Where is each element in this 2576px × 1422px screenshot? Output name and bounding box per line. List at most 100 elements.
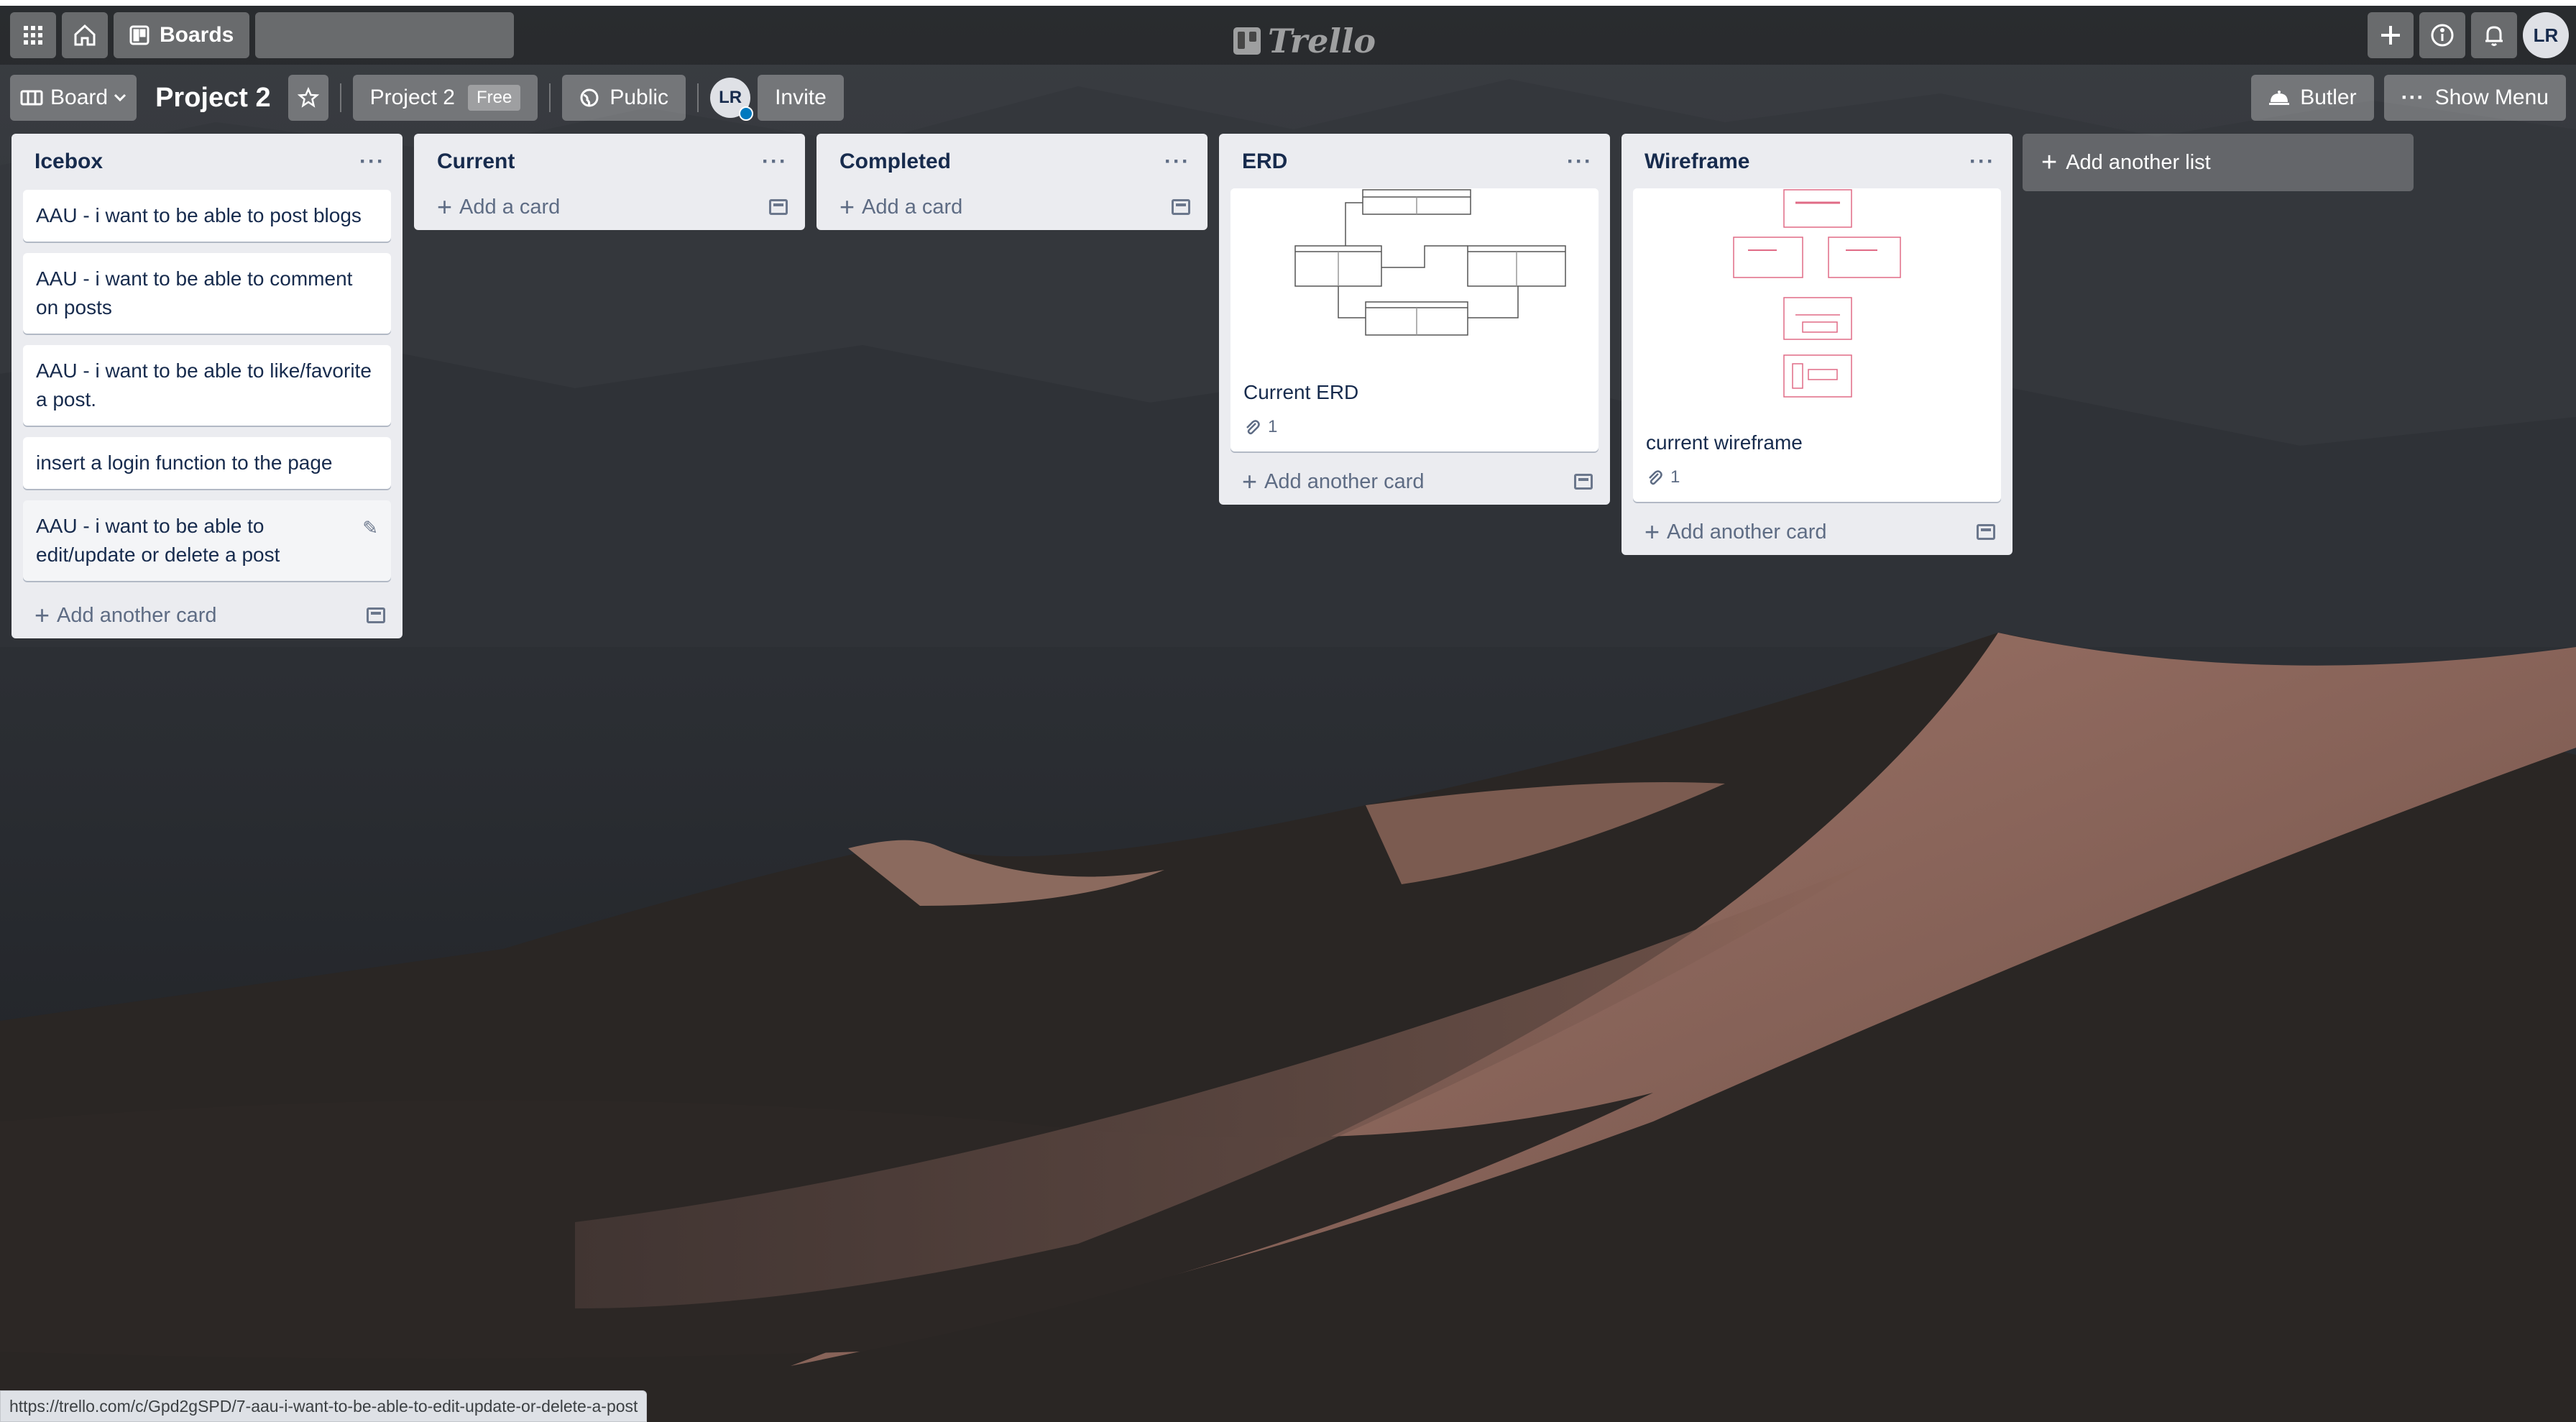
workspace-button[interactable]: Project 2 Free [352,75,538,121]
boards-label: Boards [160,23,234,47]
list-header: Current ··· [426,134,794,190]
plus-icon: + [1644,517,1660,546]
trello-mark-icon [1233,27,1261,55]
card-template-icon[interactable] [1977,524,1995,540]
list-card[interactable]: AAU - i want to be able to post blogs [23,190,391,242]
list-title[interactable]: Current [437,150,515,174]
add-card-button[interactable]: + Add another card [23,592,391,638]
card-template-icon[interactable] [769,199,788,215]
add-card-button[interactable]: + Add another card [1633,509,2001,555]
list-erd: ERD ··· Current ERD 1 + Add another card [1219,134,1610,505]
card-template-icon[interactable] [1574,474,1593,490]
avatar-initials: LR [2533,24,2559,46]
apps-button[interactable] [10,12,56,58]
board-view-label: Board [50,86,109,109]
card-title: AAU - i want to be able to like/favorite… [36,359,372,410]
butler-label: Butler [2300,86,2357,109]
list-menu-button[interactable]: ··· [762,150,794,174]
home-button[interactable] [62,12,108,58]
info-icon [2431,24,2454,47]
add-card-button[interactable]: + Add another card [1230,459,1598,505]
create-button[interactable] [2368,12,2414,58]
divider [697,83,699,112]
plus-icon: + [1242,467,1258,496]
wireframe-cover-image [1633,188,2001,418]
list-card[interactable]: AAU - i want to be able to edit/update o… [23,500,391,581]
search-box[interactable] [231,12,515,58]
add-card-label: Add another card [1264,469,1425,493]
card-title: AAU - i want to be able to post blogs [36,204,362,226]
plus-icon: + [840,192,855,221]
visibility-label: Public [610,86,669,109]
list-title[interactable]: Completed [840,150,951,174]
add-card-label: Add another card [1667,520,1827,543]
attachment-count: 1 [1268,417,1278,436]
globe-icon [580,88,599,107]
more-dots-icon: ··· [2401,86,2425,109]
add-card-button[interactable]: + Add a card [828,184,1196,230]
butler-icon [2269,91,2290,105]
star-button[interactable] [288,75,328,121]
member-avatar-button[interactable]: LR [2523,12,2569,58]
attachment-badge: 1 [1243,413,1586,441]
boards-button[interactable]: Boards [114,12,250,58]
list-menu-button[interactable]: ··· [1567,150,1598,174]
list-icebox: Icebox ··· AAU - i want to be able to po… [12,134,402,638]
list-card[interactable]: insert a login function to the page [23,437,391,489]
card-title: current wireframe [1646,431,1803,454]
logo-text: Trello [1268,22,1376,60]
list-title[interactable]: ERD [1242,150,1287,174]
visibility-button[interactable]: Public [562,75,686,121]
global-header: Boards Trello LR [0,6,2576,65]
butler-button[interactable]: Butler [2251,75,2374,121]
plus-icon: + [2041,147,2058,178]
list-completed: Completed ··· + Add a card [816,134,1208,230]
list-menu-button[interactable]: ··· [1969,150,2001,174]
list-card[interactable]: current wireframe 1 [1633,188,2001,502]
board-view-switcher[interactable]: Board [10,75,137,121]
add-list-label: Add another list [2066,150,2211,174]
add-card-label: Add another card [57,603,217,627]
list-card[interactable]: AAU - i want to be able to comment on po… [23,253,391,334]
free-badge: Free [467,85,521,111]
list-title[interactable]: Wireframe [1644,150,1749,174]
erd-diagram-cover-image [1230,188,1598,368]
list-current: Current ··· + Add a card [414,134,805,230]
paperclip-icon [1649,470,1662,485]
add-card-label: Add a card [862,195,963,219]
card-title: AAU - i want to be able to edit/update o… [36,515,280,566]
list-wireframe: Wireframe ··· current wireframe 1 + Add a… [1622,134,2012,555]
list-card[interactable]: Current ERD 1 [1230,188,1598,451]
add-list-button[interactable]: + Add another list [2023,134,2414,191]
boards-icon [129,25,150,45]
card-template-icon[interactable] [367,607,385,623]
member-initials: LR [719,88,742,107]
info-button[interactable] [2419,12,2465,58]
add-card-button[interactable]: + Add a card [426,184,794,230]
plus-icon: + [34,600,50,630]
notifications-button[interactable] [2471,12,2517,58]
list-header: Icebox ··· [23,134,391,190]
add-card-label: Add a card [459,195,561,219]
paperclip-icon [1246,420,1260,435]
divider [339,83,341,112]
grid-icon [24,26,42,45]
chevron-down-icon [114,93,126,102]
list-card[interactable]: AAU - i want to be able to like/favorite… [23,345,391,426]
edit-card-pencil-icon[interactable]: ✎ [362,513,378,542]
list-header: ERD ··· [1230,134,1598,190]
board-member-avatar[interactable]: LR [710,78,754,121]
list-menu-button[interactable]: ··· [1164,150,1196,174]
list-header: Wireframe ··· [1633,134,2001,190]
card-template-icon[interactable] [1172,199,1190,215]
home-icon [74,24,96,46]
search-input[interactable] [231,12,503,58]
star-icon [297,87,319,108]
list-title[interactable]: Icebox [34,150,103,174]
board-title[interactable]: Project 2 [155,83,271,114]
invite-button[interactable]: Invite [758,75,844,121]
bell-icon [2485,26,2503,46]
show-menu-button[interactable]: ··· Show Menu [2383,75,2566,121]
list-menu-button[interactable]: ··· [359,150,391,174]
trello-logo[interactable]: Trello [1233,16,1376,66]
